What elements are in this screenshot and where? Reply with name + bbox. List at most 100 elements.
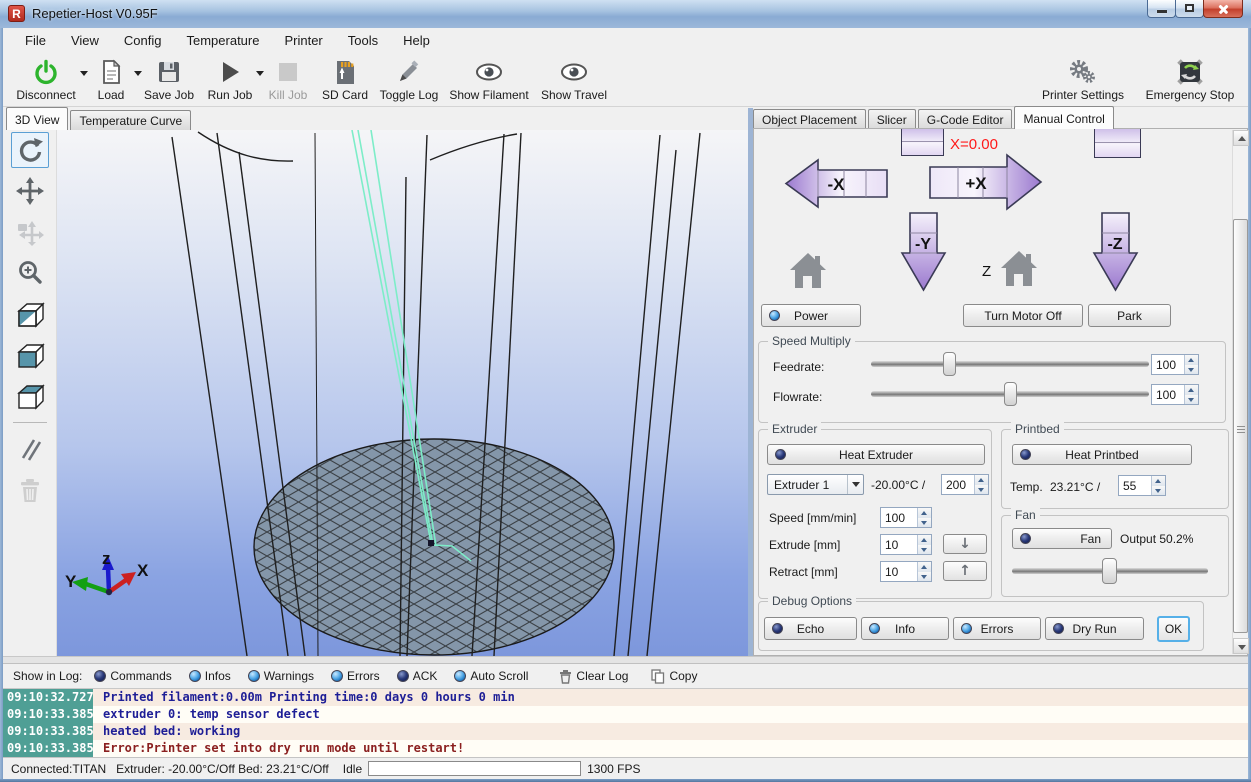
- menu-file[interactable]: File: [23, 31, 48, 50]
- menu-help[interactable]: Help: [401, 31, 432, 50]
- extrude-spinner[interactable]: 10: [880, 534, 932, 555]
- move-view-button[interactable]: [11, 173, 49, 209]
- tab-gcode-editor[interactable]: G-Code Editor: [918, 109, 1013, 129]
- emergency-stop-button[interactable]: Emergency Stop: [1144, 56, 1236, 102]
- tab-3d-view[interactable]: 3D View: [6, 107, 68, 130]
- printer-settings-button[interactable]: Printer Settings: [1038, 56, 1128, 102]
- log-toggle-autoscroll[interactable]: Auto Scroll: [454, 669, 528, 683]
- titlebar[interactable]: R Repetier-Host V0.95F: [0, 0, 1251, 29]
- panel-scrollbar[interactable]: [1232, 130, 1248, 654]
- log-output[interactable]: 09:10:32.727 Printed filament:0.00m Prin…: [3, 689, 1248, 757]
- flowrate-slider-thumb[interactable]: [1004, 382, 1017, 406]
- debug-echo-button[interactable]: Echo: [764, 617, 857, 640]
- tab-slicer[interactable]: Slicer: [868, 109, 916, 129]
- show-filament-button[interactable]: Show Filament: [447, 56, 531, 102]
- sd-card-button[interactable]: SD Card: [319, 56, 371, 102]
- log-timestamp: 09:10:33.385: [3, 706, 93, 723]
- svg-text:Y: Y: [65, 572, 77, 591]
- svg-text:-X: -X: [828, 175, 846, 194]
- tab-manual-control[interactable]: Manual Control: [1014, 106, 1113, 129]
- retract-button[interactable]: ↑: [943, 561, 987, 581]
- jog-minus-z-button[interactable]: -Z: [1091, 211, 1140, 293]
- heat-printbed-button[interactable]: Heat Printbed: [1012, 444, 1192, 465]
- log-toggle-warnings[interactable]: Warnings: [248, 669, 314, 683]
- menu-printer[interactable]: Printer: [282, 31, 324, 50]
- flowrate-spinner[interactable]: 100: [1151, 384, 1199, 405]
- parallel-lines-icon: [16, 435, 44, 463]
- log-toggle-infos[interactable]: Infos: [189, 669, 231, 683]
- feedrate-slider[interactable]: [871, 352, 1149, 376]
- fan-slider[interactable]: [1012, 558, 1208, 584]
- echo-led: [772, 623, 783, 634]
- extruder-target-spinner[interactable]: 200: [941, 474, 989, 495]
- save-job-button[interactable]: Save Job: [141, 56, 197, 102]
- jog-plus-z-button[interactable]: [1094, 129, 1141, 158]
- trash-icon: [17, 476, 43, 504]
- power-icon: [33, 57, 59, 87]
- scrollbar-down-button[interactable]: [1233, 638, 1249, 654]
- tab-temperature-curve[interactable]: Temperature Curve: [70, 110, 191, 130]
- maximize-button[interactable]: [1175, 0, 1204, 18]
- log-toggle-commands[interactable]: Commands: [94, 669, 171, 683]
- menu-tools[interactable]: Tools: [346, 31, 380, 50]
- feedrate-slider-thumb[interactable]: [943, 352, 956, 376]
- front-view-button[interactable]: [11, 337, 49, 373]
- zoom-view-button[interactable]: [11, 255, 49, 291]
- fan-output-label: Output 50.2%: [1120, 532, 1193, 546]
- motor-off-button[interactable]: Turn Motor Off: [963, 304, 1083, 327]
- down-arrow-icon: ↓: [959, 536, 971, 552]
- log-message: Error:Printer set into dry run mode unti…: [93, 740, 464, 757]
- log-toggle-errors[interactable]: Errors: [331, 669, 380, 683]
- extrude-button[interactable]: ↓: [943, 534, 987, 554]
- power-button[interactable]: Power: [761, 304, 861, 327]
- bed-target-spinner[interactable]: 55: [1118, 475, 1166, 496]
- ack-led: [397, 670, 409, 682]
- debug-dry-run-button[interactable]: Dry Run: [1045, 617, 1144, 640]
- printer-state: Idle: [343, 762, 362, 776]
- scrollbar-thumb[interactable]: [1233, 219, 1248, 633]
- toggle-log-button[interactable]: Toggle Log: [377, 56, 441, 102]
- isometric-view-button[interactable]: [11, 296, 49, 332]
- debug-errors-button[interactable]: Errors: [953, 617, 1041, 640]
- rotate-view-button[interactable]: [11, 132, 49, 168]
- ok-button[interactable]: OK: [1157, 616, 1190, 642]
- menu-config[interactable]: Config: [122, 31, 164, 50]
- spin-up[interactable]: [1185, 355, 1198, 365]
- debug-info-button[interactable]: Info: [861, 617, 949, 640]
- minimize-button[interactable]: [1147, 0, 1176, 18]
- menu-temperature[interactable]: Temperature: [184, 31, 261, 50]
- scrollbar-up-button[interactable]: [1233, 130, 1249, 146]
- jog-plus-x-button[interactable]: +X: [928, 151, 1043, 213]
- spin-down[interactable]: [1185, 365, 1198, 375]
- tab-object-placement[interactable]: Object Placement: [753, 109, 866, 129]
- log-toggle-ack[interactable]: ACK: [397, 669, 438, 683]
- clear-log-button[interactable]: Clear Log: [559, 669, 628, 684]
- parallel-projection-button[interactable]: [11, 431, 49, 467]
- copy-log-button[interactable]: Copy: [651, 669, 697, 684]
- maximize-icon: [1185, 4, 1194, 12]
- power-led: [769, 310, 780, 321]
- park-button[interactable]: Park: [1088, 304, 1171, 327]
- menu-view[interactable]: View: [69, 31, 101, 50]
- heat-extruder-button[interactable]: Heat Extruder: [767, 444, 985, 465]
- magnifier-plus-icon: [16, 259, 44, 287]
- extruder-select[interactable]: Extruder 1: [767, 474, 864, 495]
- 3d-viewport[interactable]: z Y X: [57, 130, 748, 656]
- load-button[interactable]: Load: [87, 56, 135, 102]
- retract-spinner[interactable]: 10: [880, 561, 932, 582]
- flowrate-slider[interactable]: [871, 382, 1149, 406]
- home-z-button[interactable]: [1000, 249, 1038, 289]
- extrude-speed-spinner[interactable]: 100: [880, 507, 932, 528]
- fan-slider-thumb[interactable]: [1102, 558, 1117, 584]
- feedrate-spinner[interactable]: 100: [1151, 354, 1199, 375]
- top-view-button[interactable]: [11, 378, 49, 414]
- disconnect-button[interactable]: Disconnect: [11, 56, 81, 102]
- jog-minus-y-button[interactable]: -Y: [899, 211, 948, 293]
- home-all-button[interactable]: [789, 251, 827, 291]
- show-travel-button[interactable]: Show Travel: [537, 56, 611, 102]
- fan-button[interactable]: Fan: [1012, 528, 1112, 549]
- close-button[interactable]: [1203, 0, 1243, 18]
- run-job-button[interactable]: Run Job: [203, 56, 257, 102]
- combo-arrow-icon[interactable]: [847, 475, 863, 494]
- jog-minus-x-button[interactable]: -X: [784, 156, 889, 211]
